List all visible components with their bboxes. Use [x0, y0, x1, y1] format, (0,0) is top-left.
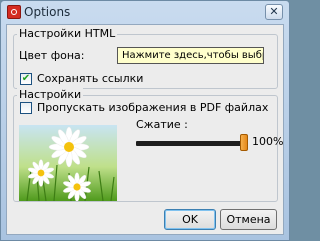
html-settings-group: Настройки HTML Цвет фона: Нажмите здесь,… — [13, 27, 278, 89]
html-settings-legend: Настройки HTML — [17, 27, 118, 41]
window-title: Options — [24, 5, 71, 19]
compression-slider-thumb[interactable] — [240, 134, 248, 151]
title-bar[interactable]: Options ✕ — [1, 1, 289, 24]
ok-button[interactable]: OK — [164, 209, 216, 230]
background-color-label: Цвет фона: — [19, 49, 85, 62]
options-dialog: Options ✕ Настройки HTML Цвет фона: Нажм… — [0, 0, 290, 241]
preview-image — [19, 125, 117, 201]
app-logo-icon — [7, 5, 21, 19]
close-button[interactable]: ✕ — [265, 4, 283, 20]
skip-images-checkbox[interactable] — [20, 102, 32, 114]
compression-value: 100% — [252, 135, 284, 148]
compression-label: Сжатие : — [136, 118, 188, 131]
settings-group: Настройки Пропускать изображения в PDF ф… — [13, 88, 283, 202]
dialog-body: Настройки HTML Цвет фона: Нажмите здесь,… — [6, 24, 284, 235]
cancel-button[interactable]: Отмена — [220, 209, 277, 230]
daisy-photo — [19, 125, 117, 201]
compression-slider-track[interactable] — [136, 141, 242, 146]
save-links-checkbox[interactable]: ✔ — [20, 73, 32, 85]
save-links-label: Сохранять ссылки — [37, 72, 144, 85]
skip-images-label: Пропускать изображения в PDF файлах — [37, 101, 269, 114]
background-color-picker[interactable]: Нажмите здесь,чтобы выбрать. — [117, 47, 264, 64]
settings-legend: Настройки — [17, 88, 84, 102]
